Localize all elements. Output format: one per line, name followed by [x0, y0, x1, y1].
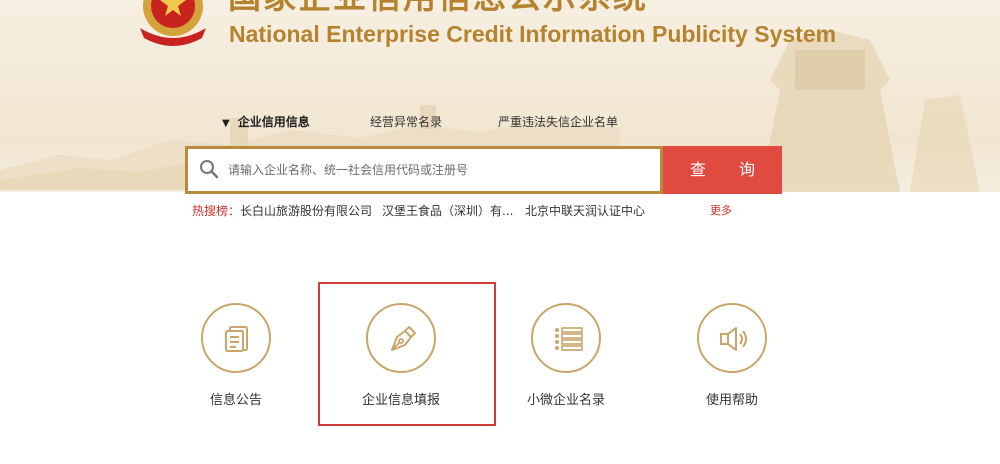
feature-label: 使用帮助 — [705, 393, 758, 408]
feature-label: 信息公告 — [209, 393, 262, 408]
hot-search-item[interactable]: 汉堡王食品（深圳）有... — [382, 203, 513, 219]
document-icon — [225, 326, 248, 352]
tab-label: 企业信用信息 — [237, 115, 310, 129]
feature-label: 企业信息填报 — [361, 393, 440, 408]
hot-search-item[interactable]: 长白山旅游股份有限公司 — [240, 203, 372, 219]
site-title-english: National Enterprise Credit Information P… — [229, 21, 837, 47]
speaker-icon — [720, 327, 747, 351]
tab-serious-violation[interactable]: 严重违法失信企业名单 — [498, 113, 618, 131]
hot-search-bar: 热搜榜： 长白山旅游股份有限公司 汉堡王食品（深圳）有... 北京中联天润认证中… — [192, 203, 752, 219]
tab-label: 经营异常名录 — [370, 115, 443, 129]
feature-small-business-directory[interactable]: 小微企业名录 — [511, 303, 621, 413]
search-inner — [188, 149, 660, 191]
feature-user-help[interactable]: 使用帮助 — [677, 303, 787, 413]
tab-enterprise-credit[interactable]: ▼ 企业信用信息 — [222, 113, 310, 131]
hot-search-item[interactable]: 北京中联天润认证中心 — [525, 203, 645, 219]
feature-icon-ring — [697, 303, 767, 373]
national-emblem-logo — [140, 0, 206, 46]
tab-abnormal-operation[interactable]: 经营异常名录 — [370, 113, 442, 131]
search-tabs: ▼ 企业信用信息 经营异常名录 严重违法失信企业名单 — [0, 113, 1000, 131]
site-title-chinese: 国家企业信用信息公示系统 — [228, 0, 648, 14]
feature-enterprise-info-filing[interactable]: 企业信息填报 — [346, 303, 456, 413]
pen-icon — [391, 326, 416, 351]
tab-label: 严重违法失信企业名单 — [498, 115, 619, 129]
feature-icon-ring — [531, 303, 601, 373]
search-button[interactable]: 查 询 — [663, 146, 782, 194]
list-icon — [555, 327, 583, 351]
search-icon — [200, 160, 219, 179]
search-box-border — [185, 146, 663, 194]
triangle-down-icon: ▼ — [222, 118, 230, 129]
feature-info-announcement[interactable]: 信息公告 — [181, 303, 291, 413]
feature-icon-ring — [201, 303, 271, 373]
hot-search-label: 热搜榜： — [192, 204, 241, 218]
search-input[interactable] — [228, 149, 648, 191]
search-bar: 查 询 — [185, 146, 782, 194]
feature-icon-ring — [366, 303, 436, 373]
feature-label: 小微企业名录 — [526, 393, 605, 408]
hot-search-more-link[interactable]: 更多 — [710, 203, 732, 219]
